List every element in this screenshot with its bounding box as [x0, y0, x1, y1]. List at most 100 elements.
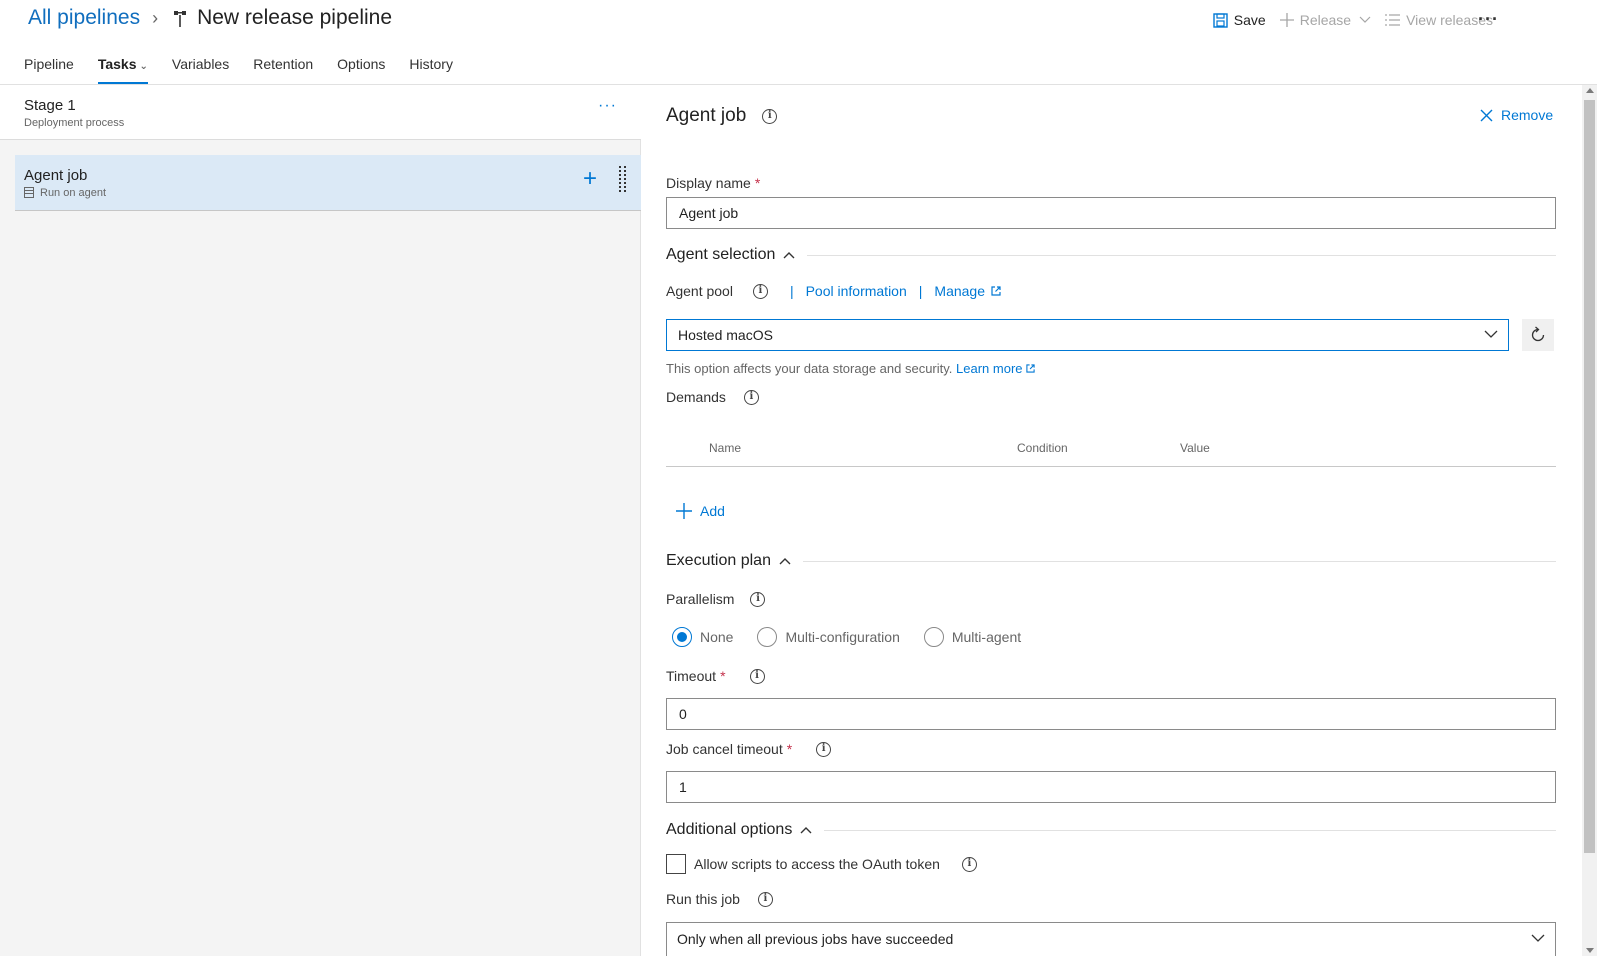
- job-cancel-timeout-label-row: Job cancel timeout * i: [666, 741, 832, 757]
- label-text: Display name: [666, 175, 751, 191]
- remove-button[interactable]: Remove: [1480, 107, 1553, 123]
- panel-title-text: Agent job: [666, 105, 747, 126]
- stage-title: Stage 1: [24, 97, 76, 114]
- info-icon[interactable]: i: [752, 283, 768, 299]
- pool-information-link[interactable]: Pool information: [806, 283, 907, 299]
- display-name-input[interactable]: Agent job: [666, 197, 1556, 229]
- radio-indicator: [923, 627, 944, 647]
- close-icon: [1480, 109, 1493, 121]
- remove-label: Remove: [1501, 107, 1554, 123]
- separator: |: [789, 283, 794, 299]
- tab-retention[interactable]: Retention: [253, 48, 313, 84]
- tab-variables[interactable]: Variables: [172, 48, 229, 84]
- server-icon: [24, 187, 34, 198]
- timeout-label: Timeout: [666, 668, 717, 684]
- job-cancel-timeout-input[interactable]: 1: [666, 771, 1556, 803]
- add-demand-button[interactable]: Add: [676, 503, 725, 519]
- input-value: Agent job: [679, 205, 739, 221]
- radio-multi-agent[interactable]: Multi-agent: [923, 627, 1022, 647]
- view-releases-button[interactable]: View releases: [1385, 12, 1493, 28]
- section-title: Agent selection: [666, 246, 776, 263]
- agent-pool-label: Agent pool: [666, 283, 733, 299]
- agent-pool-row: Agent pool i | Pool information | Manage: [666, 283, 1001, 299]
- scroll-up-arrow-icon[interactable]: [1586, 88, 1594, 93]
- help-text-body: This option affects your data storage an…: [666, 361, 953, 376]
- info-icon[interactable]: i: [757, 891, 773, 907]
- refresh-button[interactable]: [1522, 319, 1554, 351]
- column-header-name: Name: [709, 441, 742, 455]
- tab-tasks[interactable]: Tasks ⌄: [97, 48, 148, 84]
- stage-header[interactable]: Stage 1 Deployment process ···: [0, 85, 641, 140]
- more-actions-button[interactable]: ···: [1478, 9, 1499, 30]
- radio-indicator: [672, 627, 692, 647]
- agent-pool-select[interactable]: Hosted macOS: [666, 319, 1509, 351]
- refresh-icon: [1531, 326, 1545, 342]
- save-button[interactable]: Save: [1213, 12, 1266, 28]
- section-divider: [824, 829, 1556, 831]
- demands-table-header: Name Condition Value: [666, 425, 1556, 467]
- drag-handle-icon[interactable]: [619, 166, 627, 196]
- chevron-down-icon: [1531, 934, 1545, 942]
- tab-pipeline[interactable]: Pipeline: [24, 48, 74, 84]
- agent-job-item[interactable]: Agent job Run on agent +: [15, 155, 641, 211]
- info-icon[interactable]: i: [743, 389, 759, 405]
- select-value: Hosted macOS: [678, 327, 773, 343]
- chevron-down-icon: ⌄: [139, 61, 148, 72]
- chevron-up-icon: [783, 252, 795, 259]
- column-header-condition: Condition: [1017, 441, 1068, 455]
- info-icon[interactable]: i: [749, 668, 765, 684]
- release-label: Release: [1299, 12, 1352, 28]
- info-icon[interactable]: i: [816, 741, 832, 757]
- demands-label: Demands: [666, 389, 726, 405]
- additional-options-section: Additional options: [666, 819, 1556, 841]
- agent-selection-toggle[interactable]: Agent selection: [666, 246, 795, 264]
- plus-icon: [1279, 13, 1294, 27]
- run-this-job-select[interactable]: Only when all previous jobs have succeed…: [666, 922, 1556, 956]
- display-name-label: Display name *: [666, 175, 760, 191]
- tab-history[interactable]: History: [409, 48, 453, 84]
- radio-multi-configuration[interactable]: Multi-configuration: [757, 627, 900, 647]
- demands-row: Demands i: [666, 389, 759, 405]
- timeout-input[interactable]: 0: [666, 698, 1556, 730]
- scroll-down-arrow-icon[interactable]: [1586, 948, 1594, 953]
- additional-options-toggle[interactable]: Additional options: [666, 821, 812, 839]
- section-divider: [802, 560, 1556, 562]
- job-title: Agent job: [24, 167, 88, 184]
- vertical-scrollbar[interactable]: [1582, 85, 1597, 956]
- checkbox-label[interactable]: Allow scripts to access the OAuth token: [694, 856, 940, 872]
- info-icon[interactable]: i: [961, 856, 977, 872]
- oauth-checkbox-row: Allow scripts to access the OAuth token …: [666, 854, 977, 874]
- job-subtitle: Run on agent: [40, 187, 107, 199]
- info-icon[interactable]: i: [750, 591, 766, 607]
- release-button[interactable]: Release: [1279, 12, 1371, 28]
- learn-more-link[interactable]: Learn more: [956, 361, 1022, 376]
- tab-options[interactable]: Options: [337, 48, 385, 84]
- info-icon[interactable]: i: [762, 108, 778, 124]
- external-link-icon: [1026, 364, 1035, 373]
- radio-label: Multi-agent: [951, 629, 1022, 645]
- section-title: Execution plan: [666, 552, 771, 569]
- save-icon: [1213, 12, 1228, 28]
- stage-more-button[interactable]: ···: [598, 97, 617, 115]
- input-value: 0: [679, 706, 687, 722]
- select-value: Only when all previous jobs have succeed…: [677, 931, 954, 947]
- oauth-checkbox[interactable]: [666, 854, 686, 874]
- job-properties-panel: Agent job i Remove Display name * Agent j…: [642, 85, 1582, 956]
- section-divider: [807, 254, 1556, 256]
- scroll-thumb[interactable]: [1584, 100, 1595, 853]
- execution-plan-toggle[interactable]: Execution plan: [666, 552, 791, 570]
- tab-label: History: [409, 56, 453, 72]
- all-pipelines-link[interactable]: All pipelines: [28, 6, 140, 30]
- job-cancel-timeout-label: Job cancel timeout: [666, 741, 783, 757]
- parallelism-row: Parallelism i: [666, 591, 766, 607]
- required-marker: *: [786, 741, 793, 757]
- radio-none[interactable]: None: [672, 627, 733, 647]
- chevron-down-icon: [1359, 16, 1371, 23]
- chevron-right-icon: ›: [152, 7, 159, 28]
- parallelism-label: Parallelism: [666, 591, 735, 607]
- add-task-button[interactable]: +: [583, 167, 597, 191]
- tab-label: Tasks: [97, 56, 137, 72]
- panel-title: Agent job i: [666, 105, 778, 127]
- toolbar: Save Release View releases: [1199, 0, 1493, 40]
- manage-link[interactable]: Manage: [934, 283, 985, 299]
